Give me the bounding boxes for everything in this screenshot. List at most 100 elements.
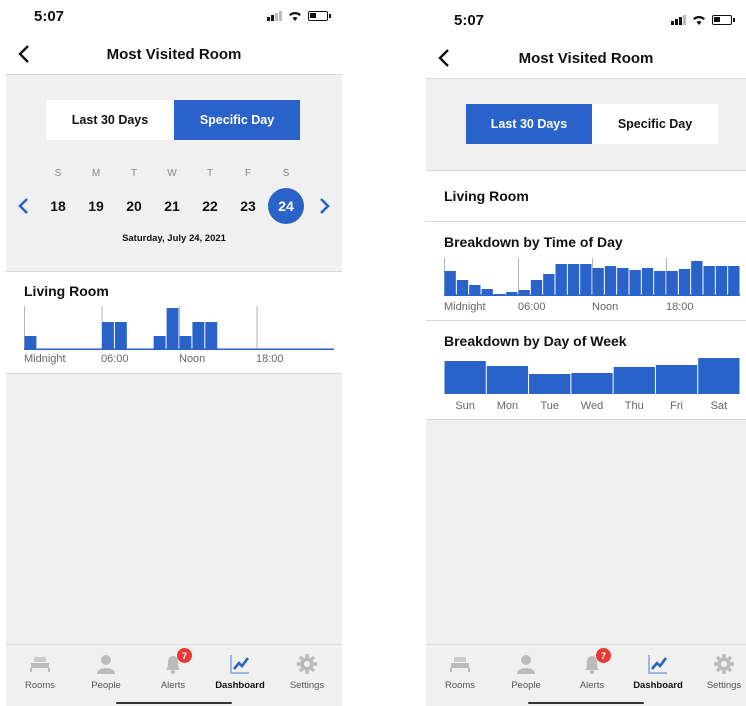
tab-label: People — [511, 680, 541, 691]
tab-label: Alerts — [579, 680, 605, 691]
chart-bar — [102, 322, 114, 350]
signal-icon — [671, 15, 686, 25]
right-screen: 5:07 Most Visited Room Last 30 Days Spec… — [426, 0, 746, 706]
chart-bar — [543, 274, 555, 296]
chart-bar — [613, 367, 655, 394]
segment-last-30-days[interactable]: Last 30 Days — [46, 100, 174, 140]
range-segmented-control: Last 30 Days Specific Day — [466, 104, 718, 144]
next-week-chevron-icon[interactable] — [316, 196, 332, 216]
chart-bar — [205, 322, 218, 350]
tab-alerts[interactable]: 7 Alerts — [143, 648, 203, 691]
tab-label: Settings — [289, 680, 325, 691]
segment-specific-day[interactable]: Specific Day — [592, 104, 718, 144]
home-indicator — [116, 702, 232, 704]
tab-label: Rooms — [24, 680, 56, 691]
bed-icon — [30, 657, 50, 672]
axis-tick-label: Noon — [179, 353, 206, 365]
chart-bar — [456, 280, 469, 296]
tab-label: Rooms — [444, 680, 476, 691]
chevron-left-icon — [18, 45, 29, 63]
axis-tick-label: 18:00 — [256, 353, 284, 365]
chart-bar — [655, 365, 698, 394]
empty-panel — [426, 420, 746, 644]
wifi-icon — [289, 12, 301, 21]
range-segmented-control: Last 30 Days Specific Day — [46, 100, 300, 140]
status-icons — [671, 14, 735, 26]
axis-tick-label: Noon — [592, 301, 619, 313]
left-screen: 5:07 Most Visited Room Last 30 Days Spec… — [6, 0, 342, 706]
weekday-label: S — [54, 168, 62, 179]
battery-icon — [712, 15, 735, 25]
tab-people[interactable]: People — [76, 651, 136, 691]
axis-tick-label: Mon — [497, 400, 518, 412]
status-icons — [267, 10, 331, 22]
chart-bar — [469, 285, 481, 296]
chart-bar — [678, 269, 691, 296]
chart-icon — [648, 655, 668, 674]
axis-tick-label: Tue — [540, 400, 559, 412]
chart-title: Breakdown by Day of Week — [444, 333, 627, 349]
alerts-badge: 7 — [177, 648, 192, 663]
axis-tick-label: 18:00 — [666, 301, 694, 313]
weekday-label: T — [130, 168, 138, 179]
home-indicator — [528, 702, 644, 704]
chart-bar — [691, 261, 703, 296]
chart-bar — [179, 336, 192, 350]
axis-tick-label: Sat — [711, 400, 728, 412]
axis-tick-label: Sun — [455, 400, 475, 412]
chart-bar — [654, 271, 666, 296]
axis-tick-label: Wed — [581, 400, 603, 412]
person-icon — [97, 655, 115, 674]
day-of-week-chart: Sun Mon Tue Wed Thu Fri Sat — [444, 358, 740, 412]
date-cell[interactable]: 21 — [153, 198, 191, 214]
prev-week-chevron-icon[interactable] — [16, 196, 32, 216]
chart-bar — [698, 358, 740, 394]
status-bar: 5:07 — [6, 0, 342, 36]
back-button[interactable] — [12, 42, 36, 66]
tab-label: Dashboard — [215, 680, 265, 691]
segment-specific-day[interactable]: Specific Day — [174, 100, 300, 140]
chart-bar — [666, 271, 678, 296]
chart-bar — [530, 280, 543, 296]
axis-tick-label: 06:00 — [518, 301, 546, 313]
room-title: Living Room — [444, 188, 529, 204]
chart-bar — [580, 264, 592, 296]
tab-rooms[interactable]: Rooms — [430, 651, 490, 691]
tab-dashboard[interactable]: Dashboard — [628, 651, 688, 691]
tab-rooms[interactable]: Rooms — [10, 651, 70, 691]
signal-icon — [267, 11, 282, 21]
chart-bar — [641, 268, 654, 296]
date-cell[interactable]: 20 — [115, 198, 153, 214]
tab-settings[interactable]: Settings — [694, 651, 746, 691]
status-bar: 5:07 — [426, 0, 746, 36]
chart-bar — [153, 336, 166, 350]
date-cell-selected[interactable]: 24 — [268, 188, 304, 224]
back-button[interactable] — [432, 46, 456, 70]
room-title: Living Room — [24, 283, 109, 299]
weekday-label: F — [244, 168, 252, 179]
weekday-labels: S M T W T F S — [39, 168, 305, 179]
chart-bar — [114, 322, 127, 350]
tab-bar: Rooms People 7 Alerts Dashboard Settings — [426, 644, 746, 706]
tab-dashboard[interactable]: Dashboard — [210, 651, 270, 691]
tab-settings[interactable]: Settings — [277, 651, 337, 691]
date-cell[interactable]: 23 — [229, 198, 267, 214]
date-cell[interactable]: 19 — [77, 198, 115, 214]
segment-last-30-days[interactable]: Last 30 Days — [466, 104, 592, 144]
chart-bar — [192, 322, 205, 350]
weekday-label: S — [282, 168, 290, 179]
chart-bar — [617, 268, 629, 296]
date-cell[interactable]: 22 — [191, 198, 229, 214]
status-time: 5:07 — [454, 12, 485, 29]
battery-icon — [308, 11, 331, 21]
chart-bar — [703, 266, 715, 296]
tab-alerts[interactable]: 7 Alerts — [562, 648, 622, 691]
tab-people[interactable]: People — [496, 651, 556, 691]
axis-tick-label: 06:00 — [101, 353, 129, 365]
date-cell[interactable]: 18 — [39, 198, 77, 214]
chart-bar — [567, 264, 580, 296]
selected-date-caption: Saturday, July 24, 2021 — [122, 233, 226, 244]
page-title: Most Visited Room — [106, 45, 242, 63]
axis-tick-label: Fri — [670, 400, 683, 412]
tab-label: People — [91, 680, 121, 691]
